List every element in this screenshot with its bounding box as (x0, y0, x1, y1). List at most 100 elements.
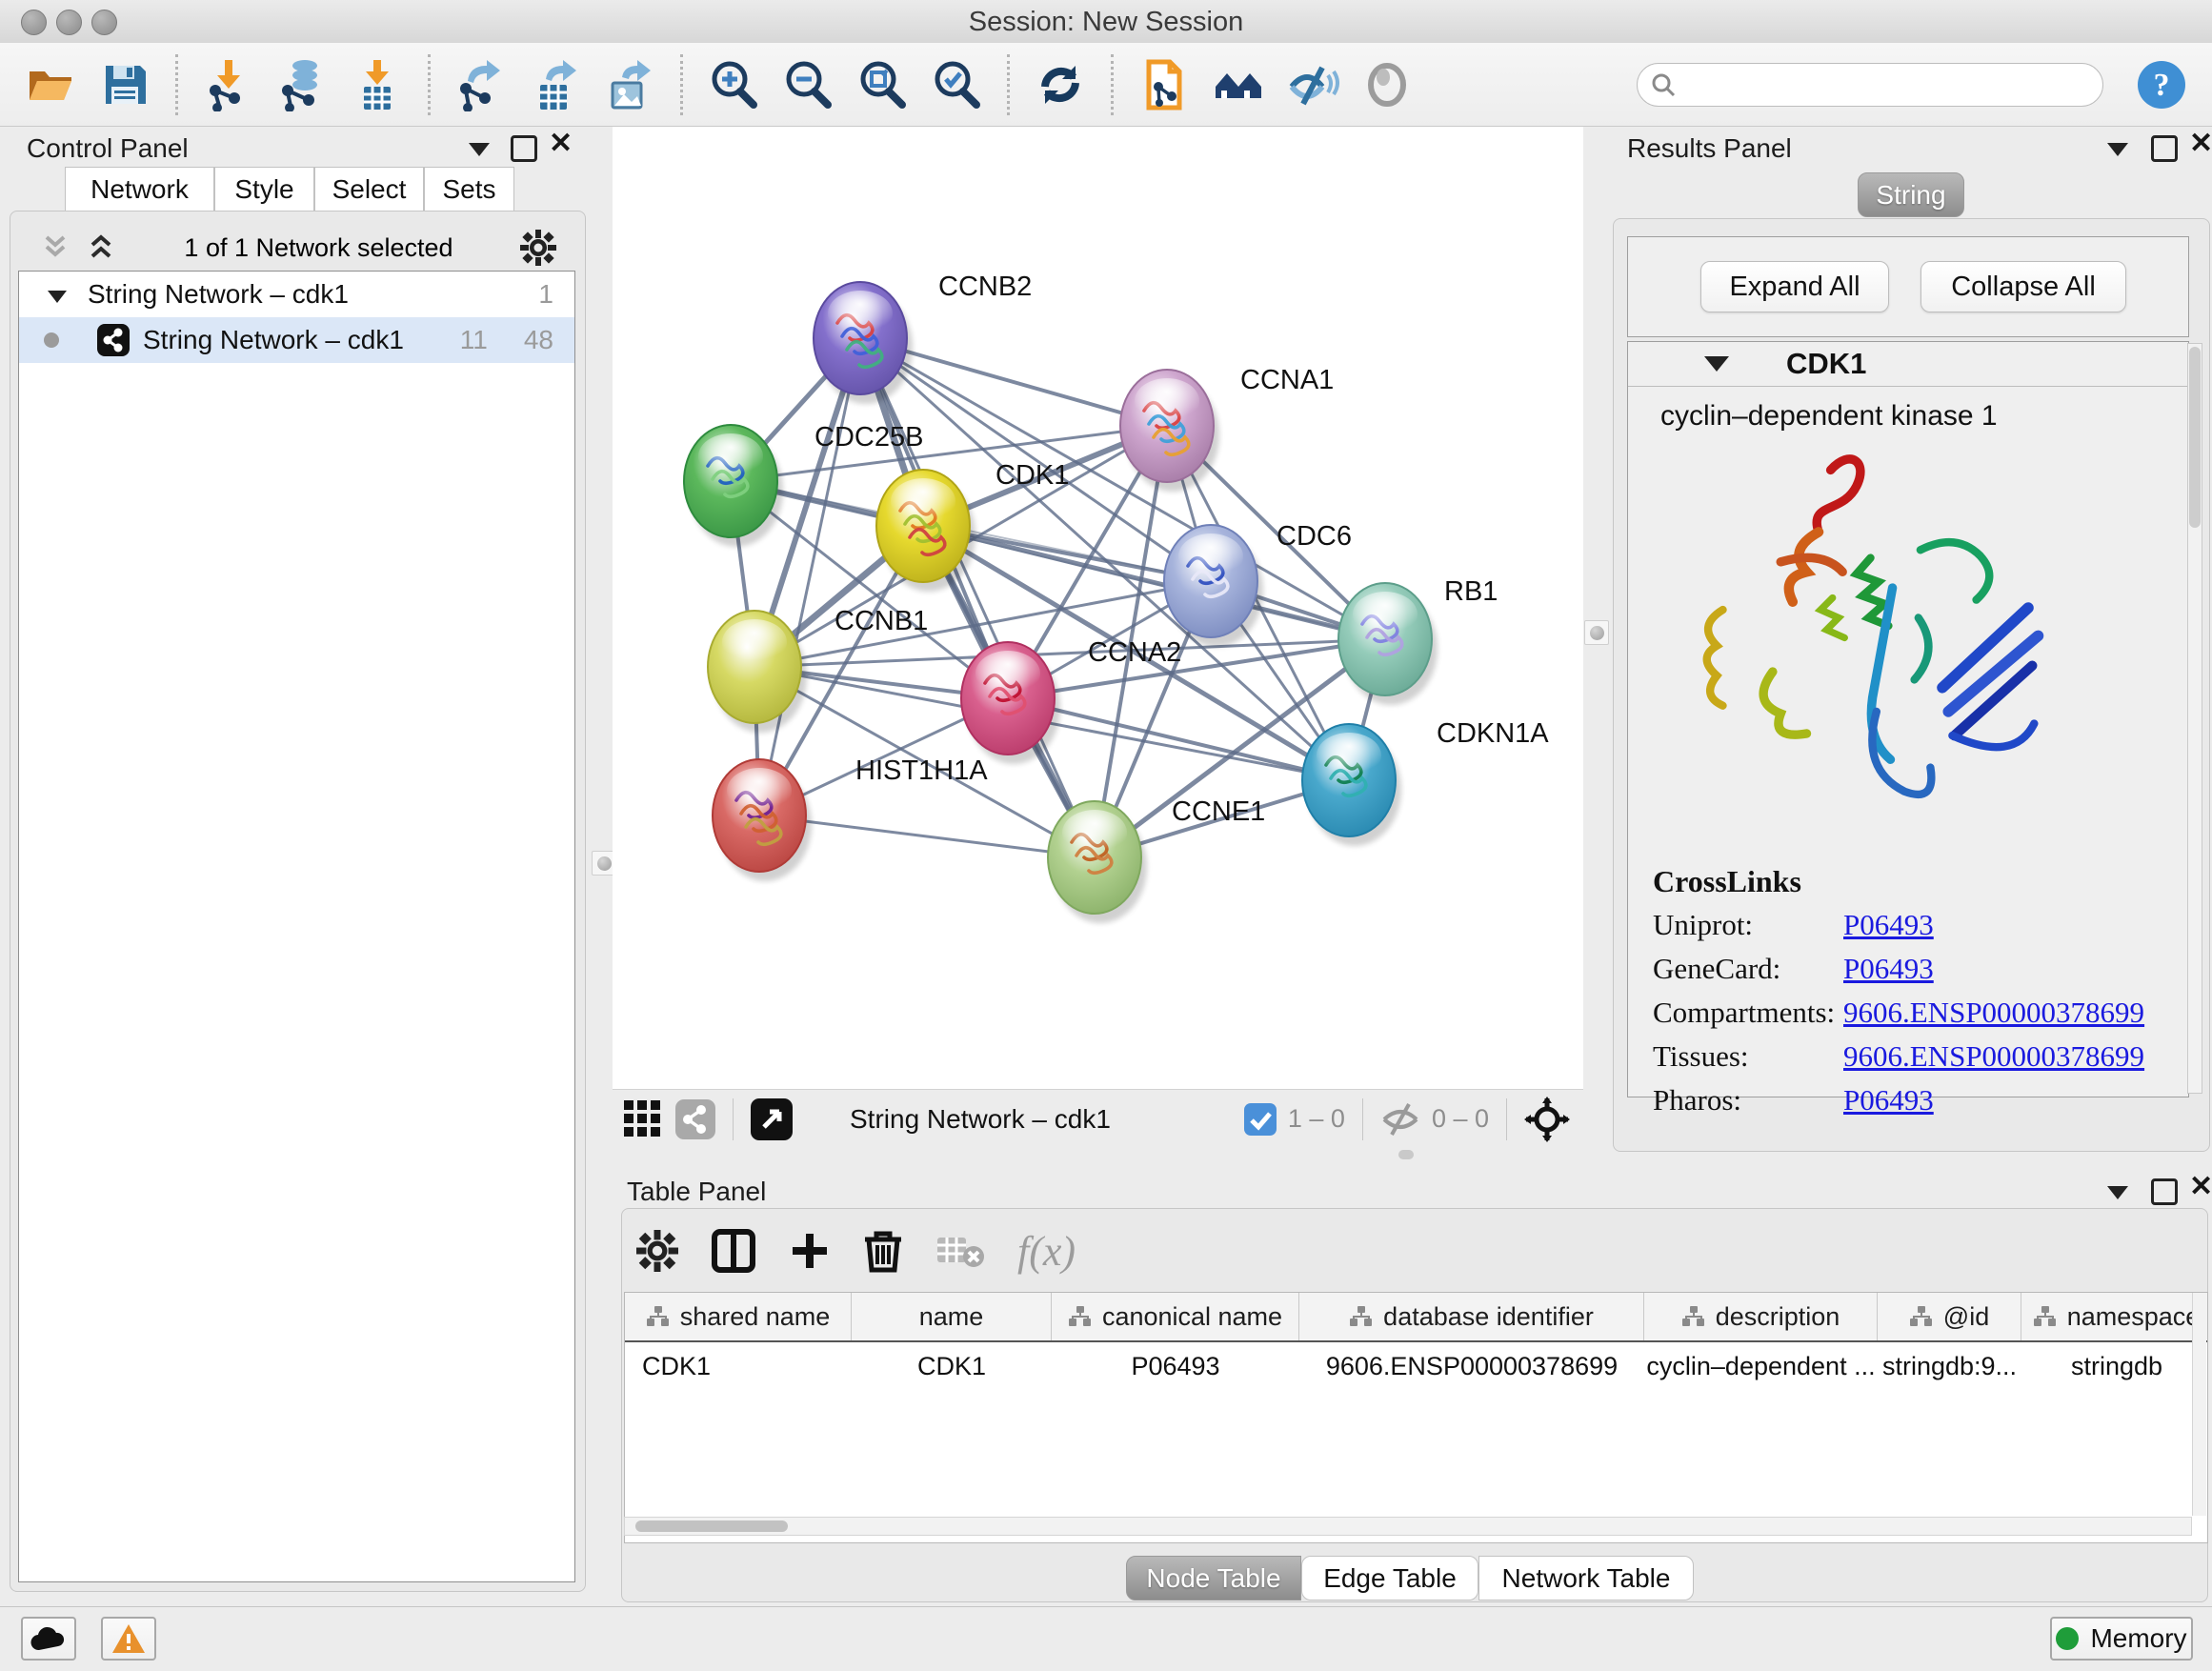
detach-view-icon[interactable] (751, 1098, 793, 1140)
gene-section-header[interactable]: CDK1 (1628, 342, 2188, 387)
gear-icon[interactable] (520, 230, 556, 266)
tab-network[interactable]: Network (65, 167, 214, 211)
global-search[interactable] (1637, 63, 2103, 107)
table-horizontal-scrollbar[interactable] (624, 1517, 2192, 1536)
refresh-icon[interactable] (1031, 55, 1090, 114)
warning-button[interactable] (101, 1617, 156, 1661)
table-row[interactable]: CDK1CDK1P064939606.ENSP00000378699cyclin… (625, 1342, 2207, 1390)
table-panel-float-icon[interactable] (2151, 1178, 2178, 1205)
tab-edge-table[interactable]: Edge Table (1301, 1556, 1478, 1601)
column-header-database-identifier[interactable]: database identifier (1299, 1293, 1644, 1340)
crosslink-link[interactable]: 9606.ENSP00000378699 (1843, 996, 2144, 1030)
network-collection-row[interactable]: String Network – cdk1 1 (19, 272, 574, 317)
collection-expander-icon[interactable] (48, 279, 67, 310)
expand-all-networks-icon[interactable] (85, 233, 117, 262)
results-panel-close-icon[interactable]: ✕ (2189, 131, 2212, 156)
tab-select[interactable]: Select (314, 167, 424, 211)
gear-icon[interactable] (636, 1230, 678, 1272)
help-icon[interactable]: ? (2132, 55, 2191, 114)
tab-style[interactable]: Style (214, 167, 314, 211)
bottom-splitter-handle[interactable] (1398, 1150, 1414, 1159)
delete-icon[interactable] (863, 1228, 903, 1274)
node-RB1[interactable]: RB1 (1338, 576, 1498, 705)
table-vertical-scrollbar[interactable] (2192, 1293, 2206, 1516)
tab-node-table[interactable]: Node Table (1126, 1556, 1301, 1601)
crosslink-link[interactable]: P06493 (1843, 908, 1934, 942)
add-column-icon[interactable] (789, 1230, 831, 1272)
hide-selected-icon[interactable] (1283, 55, 1342, 114)
export-network-icon[interactable] (452, 55, 511, 114)
export-image-icon[interactable] (600, 55, 659, 114)
function-builder-icon[interactable]: f(x) (1017, 1227, 1076, 1276)
birds-eye-view-icon[interactable] (622, 1098, 664, 1140)
split-columns-icon[interactable] (711, 1228, 756, 1274)
node-CDK1[interactable]: CDK1 (876, 460, 1069, 592)
save-icon[interactable] (95, 55, 154, 114)
table-horizontal-scrollbar-thumb[interactable] (635, 1520, 788, 1532)
results-panel-menu-icon[interactable] (2107, 143, 2128, 156)
node-CCNE1[interactable]: CCNE1 (1048, 796, 1265, 923)
tab-string[interactable]: String (1858, 172, 1964, 217)
control-panel-float-icon[interactable] (511, 135, 537, 162)
expand-all-button[interactable]: Expand All (1700, 261, 1889, 312)
zoom-in-icon[interactable] (704, 55, 763, 114)
zoom-out-icon[interactable] (778, 55, 837, 114)
table-cell[interactable]: stringdb:9... (1878, 1342, 2021, 1390)
network-row[interactable]: String Network – cdk1 11 48 (19, 317, 574, 363)
open-folder-icon[interactable] (21, 55, 80, 114)
right-splitter-handle[interactable] (1584, 620, 1609, 645)
new-network-from-selection-icon[interactable] (1135, 55, 1194, 114)
table-cell[interactable]: stringdb (2021, 1342, 2208, 1390)
import-network-file-icon[interactable] (199, 55, 258, 114)
node-CCNA1[interactable]: CCNA1 (1120, 365, 1334, 492)
table-panel-menu-icon[interactable] (2107, 1186, 2128, 1199)
column-header-namespace[interactable]: namespace (2021, 1293, 2208, 1340)
import-network-database-icon[interactable] (273, 55, 332, 114)
first-neighbors-icon[interactable] (1209, 55, 1268, 114)
gene-collapse-icon[interactable] (1704, 356, 1729, 372)
delete-table-icon[interactable] (935, 1234, 985, 1268)
column-header-name[interactable]: name (852, 1293, 1052, 1340)
zoom-selected-icon[interactable] (927, 55, 986, 114)
crosslink-link[interactable]: P06493 (1843, 952, 1934, 986)
control-panel-menu-icon[interactable] (469, 143, 490, 156)
import-table-icon[interactable] (348, 55, 407, 114)
control-panel-close-icon[interactable]: ✕ (549, 131, 573, 156)
table-cell[interactable]: 9606.ENSP00000378699 (1299, 1342, 1644, 1390)
node-CDC6[interactable]: CDC6 (1164, 521, 1352, 647)
table-panel-close-icon[interactable]: ✕ (2189, 1175, 2212, 1199)
column-header-@id[interactable]: @id (1878, 1293, 2021, 1340)
results-scrollbar-thumb[interactable] (2189, 347, 2201, 528)
edge-CCNB2-HIST1H1A[interactable] (759, 338, 860, 815)
node-CDKN1A[interactable]: CDKN1A (1302, 718, 1549, 846)
cloud-button[interactable] (21, 1617, 76, 1661)
collapse-all-networks-icon[interactable] (39, 233, 71, 262)
crosslink-link[interactable]: 9606.ENSP00000378699 (1843, 1039, 2144, 1074)
tab-sets[interactable]: Sets (424, 167, 514, 211)
table-cell[interactable]: cyclin–dependent ... (1644, 1342, 1878, 1390)
column-header-description[interactable]: description (1644, 1293, 1878, 1340)
column-header-shared-name[interactable]: shared name (625, 1293, 852, 1340)
network-share-icon[interactable] (675, 1099, 715, 1139)
export-table-icon[interactable] (526, 55, 585, 114)
results-panel-float-icon[interactable] (2151, 135, 2178, 162)
node-HIST1H1A[interactable]: HIST1H1A (713, 755, 988, 881)
show-all-icon[interactable] (1357, 55, 1417, 114)
hidden-eye-icon[interactable] (1380, 1102, 1420, 1137)
zoom-fit-icon[interactable] (853, 55, 912, 114)
node-CCNB2[interactable]: CCNB2 (814, 272, 1032, 404)
column-header-canonical-name[interactable]: canonical name (1052, 1293, 1299, 1340)
network-canvas[interactable]: CCNB2CCNA1CDC25BCDK1CDC6RB1CCNB1CCNA2CDK… (613, 127, 1583, 1089)
crosslink-link[interactable]: P06493 (1843, 1083, 1934, 1117)
tab-network-table[interactable]: Network Table (1478, 1556, 1694, 1601)
memory-button[interactable]: Memory (2050, 1617, 2193, 1661)
table-cell[interactable]: CDK1 (852, 1342, 1052, 1390)
node-CCNA2[interactable]: CCNA2 (961, 637, 1181, 764)
toolbar-separator (1111, 54, 1114, 115)
table-cell[interactable]: CDK1 (625, 1342, 852, 1390)
fit-content-crosshair-icon[interactable] (1524, 1097, 1570, 1142)
selected-checkbox-icon[interactable] (1244, 1103, 1277, 1136)
search-input[interactable] (1683, 69, 2087, 100)
table-cell[interactable]: P06493 (1052, 1342, 1299, 1390)
collapse-all-button[interactable]: Collapse All (1920, 261, 2126, 312)
